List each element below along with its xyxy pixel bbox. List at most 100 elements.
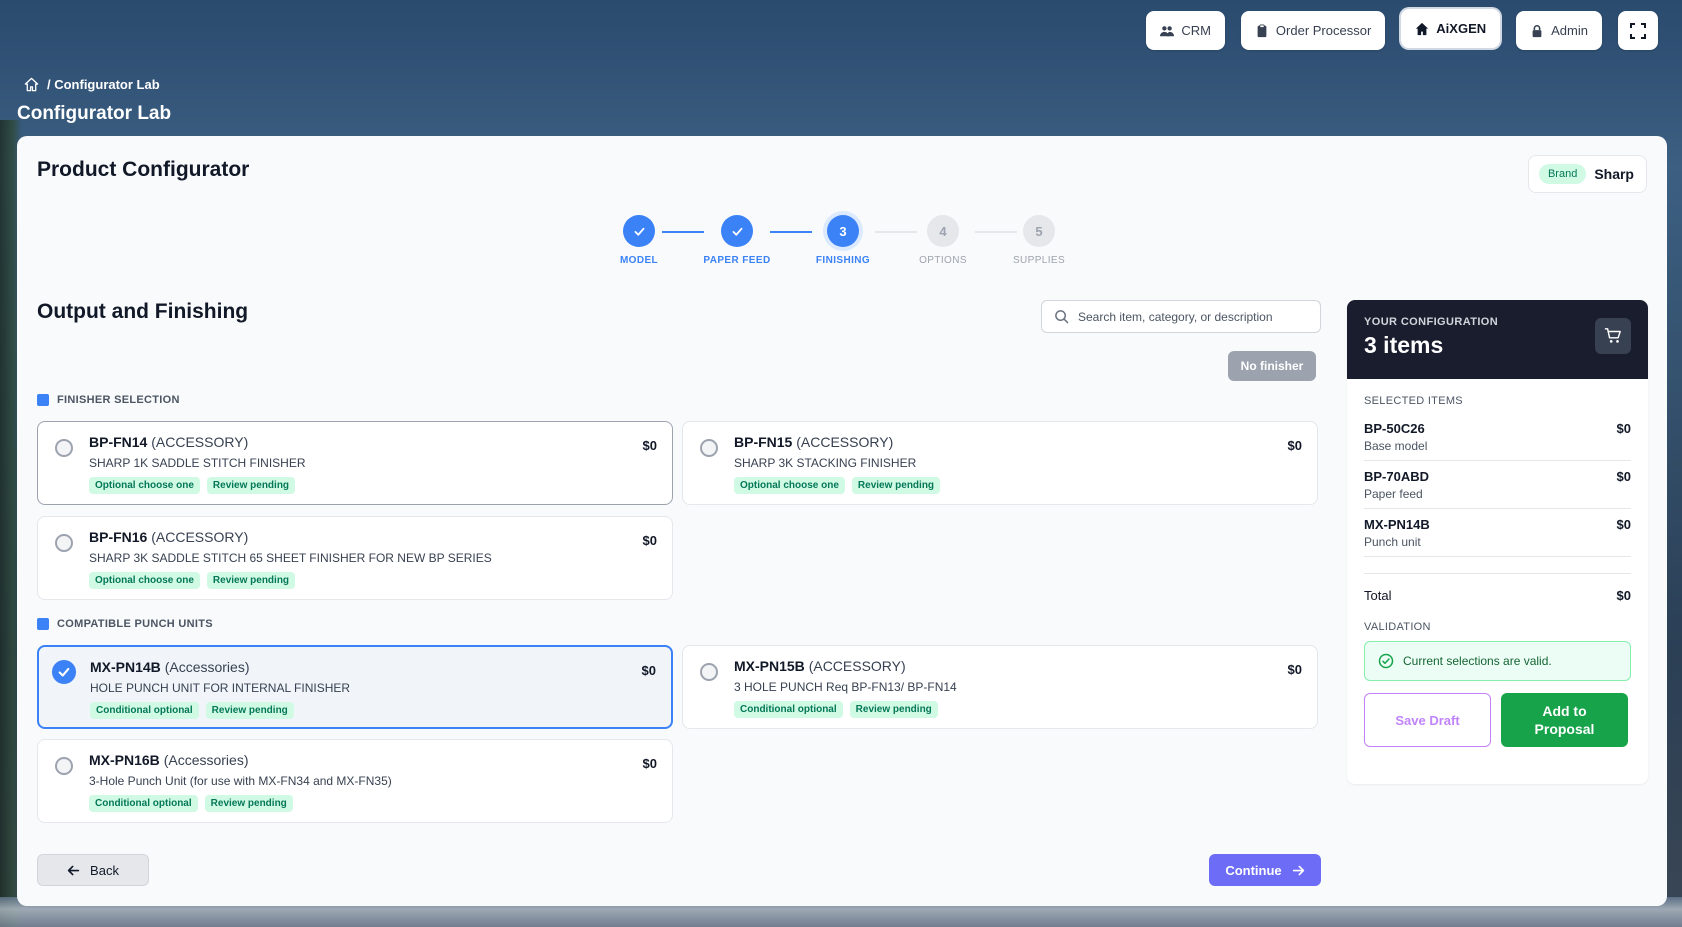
nav-admin-button[interactable]: Admin (1516, 11, 1602, 50)
clipboard-icon (1257, 23, 1267, 37)
selected-item-note: Base model (1364, 439, 1428, 453)
home-icon[interactable] (24, 77, 39, 92)
option-title: BP-FN15 (ACCESSORY) (734, 434, 893, 450)
add-to-proposal-button[interactable]: Add to Proposal (1501, 693, 1628, 747)
option-card-bp-fn14[interactable]: BP-FN14 (ACCESSORY) SHARP 1K SADDLE STIT… (37, 421, 673, 505)
group-label-text: COMPATIBLE PUNCH UNITS (57, 618, 213, 630)
status-badge: Review pending (206, 477, 296, 494)
status-badge: Review pending (851, 477, 941, 494)
status-badge: Conditional optional (734, 701, 843, 718)
save-draft-button[interactable]: Save Draft (1364, 693, 1491, 747)
nav-order-processor-label: Order Processor (1275, 23, 1372, 38)
validation-message: Current selections are valid. (1403, 654, 1552, 668)
status-badge: Conditional optional (90, 702, 199, 719)
step-label: SUPPLIES (1012, 255, 1066, 266)
status-badge: Review pending (205, 702, 294, 719)
step-options[interactable]: 4 OPTIONS (893, 215, 993, 266)
status-badge: Review pending (206, 572, 296, 589)
cart-button[interactable] (1595, 318, 1631, 354)
status-badge: Optional choose one (89, 477, 200, 494)
group-label-finisher: FINISHER SELECTION (37, 394, 180, 406)
nav-crm-button[interactable]: CRM (1146, 11, 1225, 50)
radio-button[interactable] (52, 660, 76, 684)
fullscreen-icon (1630, 22, 1646, 39)
configuration-subtitle: YOUR CONFIGURATION (1364, 316, 1499, 328)
nav-aixgen-button[interactable]: AiXGEN (1401, 9, 1501, 48)
option-description: 3 HOLE PUNCH Req BP-FN13/ BP-FN14 (734, 680, 957, 694)
step-paper-feed[interactable]: PAPER FEED (687, 215, 787, 266)
step-model[interactable]: MODEL (589, 215, 689, 266)
radio-button[interactable] (700, 439, 718, 457)
radio-button[interactable] (55, 757, 73, 775)
check-icon (58, 667, 70, 677)
option-tags: Optional choose one Review pending (734, 477, 941, 494)
continue-button[interactable]: Continue (1209, 854, 1321, 886)
option-title: MX-PN14B (Accessories) (90, 659, 249, 675)
status-badge: Conditional optional (89, 795, 198, 812)
step-label: FINISHING (815, 255, 871, 266)
group-label-text: FINISHER SELECTION (57, 394, 180, 406)
option-category: (ACCESSORY) (151, 434, 249, 450)
back-button[interactable]: Back (37, 854, 149, 886)
step-finishing[interactable]: 3 FINISHING (793, 215, 893, 266)
brand-value: Sharp (1594, 166, 1634, 182)
option-description: 3-Hole Punch Unit (for use with MX-FN34 … (89, 774, 392, 788)
option-description: SHARP 3K STACKING FINISHER (734, 456, 917, 470)
step-check-icon (721, 215, 753, 247)
option-card-bp-fn16[interactable]: BP-FN16 (ACCESSORY) SHARP 3K SADDLE STIT… (37, 516, 673, 600)
selected-item-name: BP-50C26 (1364, 421, 1425, 436)
no-finisher-button[interactable]: No finisher (1228, 351, 1316, 381)
step-label: PAPER FEED (703, 255, 771, 266)
configuration-count: 3 items (1364, 332, 1444, 358)
option-price: $0 (642, 533, 657, 548)
radio-button[interactable] (55, 534, 73, 552)
step-supplies[interactable]: 5 SUPPLIES (989, 215, 1089, 266)
option-card-mx-pn14b[interactable]: MX-PN14B (Accessories) HOLE PUNCH UNIT F… (37, 645, 673, 729)
status-badge: Review pending (849, 701, 938, 718)
brand-indicator: Brand Sharp (1527, 155, 1647, 193)
option-card-mx-pn16b[interactable]: MX-PN16B (Accessories) 3-Hole Punch Unit… (37, 739, 673, 823)
users-icon (1160, 25, 1175, 36)
option-card-bp-fn15[interactable]: BP-FN15 (ACCESSORY) SHARP 3K STACKING FI… (682, 421, 1318, 505)
validation-message-box: Current selections are valid. (1364, 641, 1631, 681)
validation-label: VALIDATION (1364, 621, 1431, 633)
option-category: (ACCESSORY) (151, 529, 249, 545)
arrow-left-icon (67, 865, 80, 875)
configuration-panel: YOUR CONFIGURATION 3 items SELECTED ITEM… (1347, 300, 1648, 784)
step-number: 5 (1023, 215, 1055, 247)
radio-button[interactable] (55, 439, 73, 457)
status-badge: Optional choose one (734, 477, 845, 494)
option-tags: Optional choose one Review pending (89, 477, 296, 494)
selected-item-price: $0 (1616, 421, 1631, 436)
home-icon (1416, 22, 1429, 35)
group-marker (37, 618, 49, 630)
selected-item: BP-50C26 Base model $0 (1364, 413, 1631, 461)
option-tags: Conditional optional Review pending (89, 795, 293, 812)
selected-items-list: BP-50C26 Base model $0 BP-70ABD Paper feed… (1364, 413, 1631, 557)
total-value: $0 (1616, 588, 1631, 603)
nav-order-processor-button[interactable]: Order Processor (1240, 11, 1386, 50)
search-input[interactable] (1078, 309, 1308, 324)
option-title: MX-PN15B (ACCESSORY) (734, 658, 906, 674)
option-card-mx-pn15b[interactable]: MX-PN15B (ACCESSORY) 3 HOLE PUNCH Req BP… (682, 645, 1318, 729)
total-row: Total $0 (1364, 573, 1631, 603)
group-marker (37, 394, 49, 406)
option-category: (Accessories) (163, 752, 249, 768)
nav-aixgen-label: AiXGEN (1436, 21, 1487, 36)
option-price: $0 (642, 438, 657, 453)
card-title: Product Configurator (37, 158, 250, 181)
back-label: Back (90, 862, 119, 878)
option-code: BP-FN16 (89, 529, 148, 545)
search-box[interactable] (1041, 300, 1321, 333)
option-price: $0 (641, 663, 656, 678)
step-number: 3 (827, 215, 859, 247)
fullscreen-button[interactable] (1618, 11, 1658, 50)
step-label: OPTIONS (919, 255, 967, 266)
option-description: HOLE PUNCH UNIT FOR INTERNAL FINISHER (90, 681, 351, 695)
option-title: MX-PN16B (Accessories) (89, 752, 248, 768)
continue-label: Continue (1225, 862, 1282, 878)
option-tags: Conditional optional Review pending (734, 701, 938, 718)
option-code: BP-FN15 (734, 434, 793, 450)
radio-button[interactable] (700, 663, 718, 681)
lock-icon (1532, 24, 1542, 37)
